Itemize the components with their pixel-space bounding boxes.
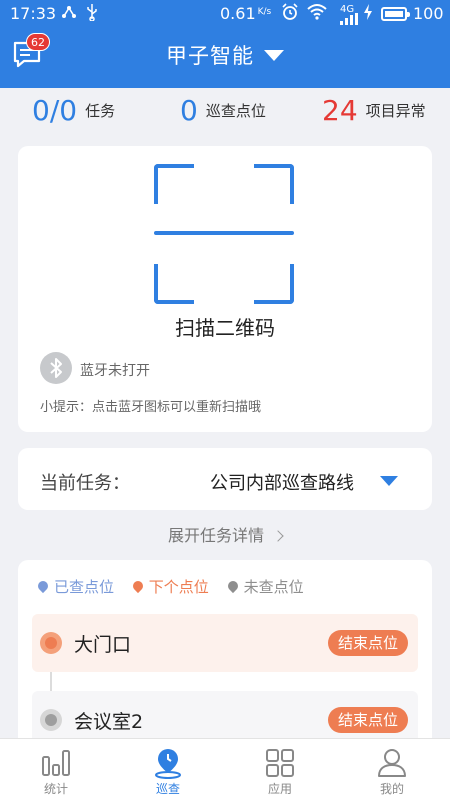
- stat-anomalies-value: 24: [322, 94, 358, 127]
- alarm-icon: [281, 3, 299, 25]
- scan-frame-corner: [154, 264, 194, 304]
- stat-tasks-label: 任务: [85, 102, 116, 120]
- location-pin-icon: [35, 578, 51, 594]
- patrol-clock-pin-icon: [152, 747, 184, 779]
- stat-points[interactable]: 0 巡查点位: [180, 94, 266, 127]
- current-task-selector[interactable]: 当前任务： 公司内部巡查路线: [18, 448, 432, 510]
- current-task-value: 公司内部巡查路线: [210, 473, 354, 494]
- status-bar: 17:33 0.61 K/s 4G 100: [0, 0, 450, 28]
- next-point-dot: [40, 632, 62, 654]
- signal-icon: [340, 11, 358, 29]
- legend-checked: 已查点位: [35, 576, 114, 597]
- nav-label: 应用: [267, 782, 292, 796]
- caret-down-icon: [380, 476, 398, 486]
- bottom-nav: 统计 巡查 应用 我的: [0, 738, 450, 800]
- battery-icon: [381, 7, 410, 21]
- expand-task-details-link[interactable]: 展开任务详情: [0, 522, 450, 546]
- bluetooth-status-text: 蓝牙未打开: [80, 363, 150, 379]
- scan-line: [154, 231, 294, 235]
- battery-level: 100: [413, 4, 444, 23]
- scan-tip: 小提示：点击蓝牙图标可以重新扫描哦: [40, 400, 262, 415]
- scan-frame-corner: [154, 164, 194, 204]
- bar-chart-icon: [40, 747, 72, 779]
- legend-next: 下个点位: [130, 576, 209, 597]
- bluetooth-icon[interactable]: [40, 352, 72, 384]
- scan-qr-label[interactable]: 扫描二维码: [18, 312, 432, 341]
- end-point-button[interactable]: 结束点位: [327, 707, 408, 733]
- user-profile-icon: [376, 747, 408, 779]
- location-pin-icon: [225, 578, 240, 594]
- share-icon: [60, 3, 78, 25]
- usb-icon: [85, 3, 99, 25]
- legend-unchecked: 未查点位: [225, 576, 304, 597]
- scan-frame-corner: [254, 264, 294, 304]
- nav-label: 巡查: [155, 782, 180, 796]
- points-legend: 已查点位 下个点位 未查点位: [35, 576, 318, 597]
- stat-anomalies-label: 项目异常: [365, 102, 426, 120]
- nav-item-apps[interactable]: 应用: [224, 739, 336, 800]
- patrol-points-card: 已查点位 下个点位 未查点位 大门口 结束点位 会议室2 结束点位: [18, 560, 432, 760]
- end-point-button[interactable]: 结束点位: [327, 630, 408, 656]
- stat-points-label: 巡查点位: [205, 102, 266, 120]
- point-name: 会议室2: [74, 711, 144, 733]
- grid-apps-icon: [264, 747, 296, 779]
- unchecked-point-dot: [40, 709, 62, 731]
- nav-item-patrol[interactable]: 巡查: [112, 739, 224, 800]
- nav-item-stats[interactable]: 统计: [0, 739, 112, 800]
- list-item[interactable]: 大门口 结束点位: [32, 614, 418, 672]
- network-speed: 0.61 K/s: [220, 4, 272, 23]
- caret-down-icon: [264, 49, 284, 61]
- stat-anomalies[interactable]: 24 项目异常: [322, 94, 426, 127]
- stat-tasks[interactable]: 0/0 任务: [32, 94, 115, 127]
- status-time: 17:33: [10, 4, 57, 23]
- scan-card: 扫描二维码 蓝牙未打开 小提示：点击蓝牙图标可以重新扫描哦: [18, 146, 432, 432]
- page-title: 甲子智能: [166, 44, 254, 68]
- nav-label: 统计: [43, 782, 68, 796]
- nav-label: 我的: [379, 782, 404, 796]
- stat-points-value: 0: [180, 94, 198, 127]
- expand-task-details-label: 展开任务详情: [167, 526, 264, 545]
- org-selector[interactable]: 甲子智能: [0, 40, 450, 70]
- stat-tasks-value: 0/0: [32, 94, 78, 127]
- summary-stats: 0/0 任务 0 巡查点位 24 项目异常: [0, 88, 450, 140]
- point-name: 大门口: [74, 634, 132, 656]
- location-pin-icon: [130, 578, 145, 594]
- scan-frame-corner: [254, 164, 294, 204]
- charging-icon: [363, 3, 373, 25]
- scan-qr-button[interactable]: [154, 164, 294, 304]
- wifi-icon: [307, 3, 327, 25]
- current-task-label: 当前任务：: [40, 473, 130, 494]
- chevron-right-icon: [272, 530, 284, 542]
- nav-item-profile[interactable]: 我的: [336, 739, 448, 800]
- app-header: 17:33 0.61 K/s 4G 100 62 甲子智能: [0, 0, 450, 88]
